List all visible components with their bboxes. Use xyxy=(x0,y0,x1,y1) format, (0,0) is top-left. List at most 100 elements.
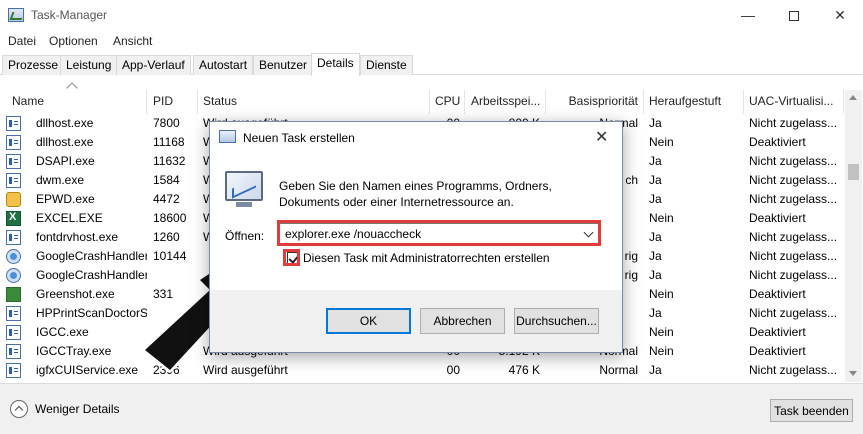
end-task-button[interactable]: Task beenden xyxy=(770,399,853,422)
cell-uac: Nicht zugelass... xyxy=(749,173,838,187)
menu-optionen[interactable]: Optionen xyxy=(49,34,98,48)
cell-name: DSAPI.exe xyxy=(36,154,95,168)
tab-details[interactable]: Details xyxy=(311,53,360,76)
crash-handler-icon xyxy=(6,268,21,283)
cell-name: dllhost.exe xyxy=(36,135,94,149)
cell-uac: Nicht zugelass... xyxy=(749,363,838,377)
chevron-up-circle-icon[interactable] xyxy=(10,400,28,418)
lock-icon xyxy=(6,192,21,207)
maximize-icon xyxy=(789,11,799,22)
cell-name: dwm.exe xyxy=(36,173,85,187)
scroll-down-icon[interactable] xyxy=(849,371,857,376)
dialog-title: Neuen Task erstellen xyxy=(243,131,355,145)
cell-pid: 4472 xyxy=(153,192,180,206)
cell-elevated: Ja xyxy=(649,306,662,320)
column-header-status[interactable]: Status xyxy=(198,90,430,114)
cell-elevated: Ja xyxy=(649,173,662,187)
application-icon xyxy=(6,344,21,359)
dialog-close-button[interactable]: ✕ xyxy=(595,127,608,147)
browse-button[interactable]: Durchsuchen... xyxy=(514,308,599,334)
cell-uac: Nicht zugelass... xyxy=(749,306,838,320)
application-icon xyxy=(6,325,21,340)
cell-mem: 476 K xyxy=(508,363,540,377)
cell-pid: 11168 xyxy=(153,135,185,149)
cell-elevated: Ja xyxy=(649,249,662,263)
excel-icon: X xyxy=(6,211,21,226)
open-label: Öffnen: xyxy=(225,229,265,243)
tab-leistung[interactable]: Leistung xyxy=(60,55,118,75)
cell-uac: Nicht zugelass... xyxy=(749,154,838,168)
cell-uac: Nicht zugelass... xyxy=(749,249,838,263)
tab-autostart[interactable]: Autostart xyxy=(193,55,254,75)
admin-rights-label[interactable]: Diesen Task mit Administratorrechten ers… xyxy=(303,251,550,265)
window-titlebar: Task-Manager — ✕ xyxy=(0,0,863,30)
minimize-button[interactable]: — xyxy=(725,0,771,30)
vertical-scrollbar[interactable] xyxy=(845,90,862,382)
cell-elevated: Nein xyxy=(649,325,674,339)
menu-datei[interactable]: Datei xyxy=(8,34,36,48)
cancel-button[interactable]: Abbrechen xyxy=(420,308,505,334)
cell-uac: Deaktiviert xyxy=(749,135,806,149)
tab-prozesse[interactable]: Prozesse xyxy=(2,55,65,75)
menu-ansicht[interactable]: Ansicht xyxy=(113,34,152,48)
highlight-frame-checkbox xyxy=(283,249,300,266)
footer-bar: Weniger Details Task beenden xyxy=(0,383,863,434)
cell-prio: Normal xyxy=(599,363,638,377)
tab-dienste[interactable]: Dienste xyxy=(360,55,413,75)
application-icon xyxy=(6,230,21,245)
cell-pid: 1584 xyxy=(153,173,180,187)
ok-button[interactable]: OK xyxy=(326,308,411,334)
cell-elevated: Nein xyxy=(649,344,674,358)
scroll-up-icon[interactable] xyxy=(849,95,857,100)
tab-bar: Prozesse Leistung App-Verlauf Autostart … xyxy=(0,53,863,76)
application-icon xyxy=(6,173,21,188)
column-header-priority[interactable]: Basispriorität xyxy=(546,90,644,114)
cell-elevated: Nein xyxy=(649,211,674,225)
tab-benutzer[interactable]: Benutzer xyxy=(253,55,314,75)
cell-elevated: Ja xyxy=(649,154,662,168)
cell-elevated: Nein xyxy=(649,135,674,149)
maximize-button[interactable] xyxy=(771,0,817,30)
task-manager-icon xyxy=(8,8,24,22)
dialog-button-bar: OK Abbrechen Durchsuchen... xyxy=(210,290,622,352)
cell-name: dllhost.exe xyxy=(36,116,94,130)
cell-elevated: Ja xyxy=(649,192,662,206)
application-icon xyxy=(6,363,21,378)
column-header-elevated[interactable]: Heraufgestuft xyxy=(644,90,744,114)
fewer-details-link[interactable]: Weniger Details xyxy=(35,402,119,416)
application-icon xyxy=(6,116,21,131)
column-header-memory[interactable]: Arbeitsspei... xyxy=(466,90,546,114)
monitor-icon xyxy=(225,171,263,207)
cell-pid: 11632 xyxy=(153,154,186,168)
tab-app-verlauf[interactable]: App-Verlauf xyxy=(116,55,191,75)
cell-uac: Nicht zugelass... xyxy=(749,230,838,244)
cell-pid: 7800 xyxy=(153,116,180,130)
cell-name: EXCEL.EXE xyxy=(36,211,103,225)
cell-pid: 18600 xyxy=(153,211,187,225)
column-header-name[interactable]: Name xyxy=(7,90,147,114)
cell-uac: Deaktiviert xyxy=(749,287,806,301)
cell-elevated: Ja xyxy=(649,230,662,244)
cell-name: EPWD.exe xyxy=(36,192,95,206)
application-icon xyxy=(6,135,21,150)
cell-uac: Deaktiviert xyxy=(749,325,806,339)
greenshot-icon xyxy=(6,287,21,302)
cell-uac: Deaktiviert xyxy=(749,211,806,225)
close-button[interactable]: ✕ xyxy=(817,0,863,30)
column-header-cpu[interactable]: CPU xyxy=(430,90,465,114)
scrollbar-thumb[interactable] xyxy=(848,164,859,180)
crash-handler-icon xyxy=(6,249,21,264)
application-icon xyxy=(6,154,21,169)
column-header-pid[interactable]: PID xyxy=(148,90,198,114)
highlight-frame-input xyxy=(277,220,601,246)
application-icon xyxy=(6,306,21,321)
dialog-titlebar: Neuen Task erstellen ✕ xyxy=(210,122,622,152)
cell-elevated: Ja xyxy=(649,268,662,282)
cell-uac: Nicht zugelass... xyxy=(749,116,838,130)
cell-uac: Deaktiviert xyxy=(749,344,806,358)
column-header-uac[interactable]: UAC-Virtualisi... xyxy=(744,90,844,114)
cell-uac: Nicht zugelass... xyxy=(749,192,838,206)
cell-elevated: Ja xyxy=(649,363,662,377)
window-title: Task-Manager xyxy=(31,8,108,22)
dialog-description: Geben Sie den Namen eines Programms, Ord… xyxy=(279,179,552,209)
